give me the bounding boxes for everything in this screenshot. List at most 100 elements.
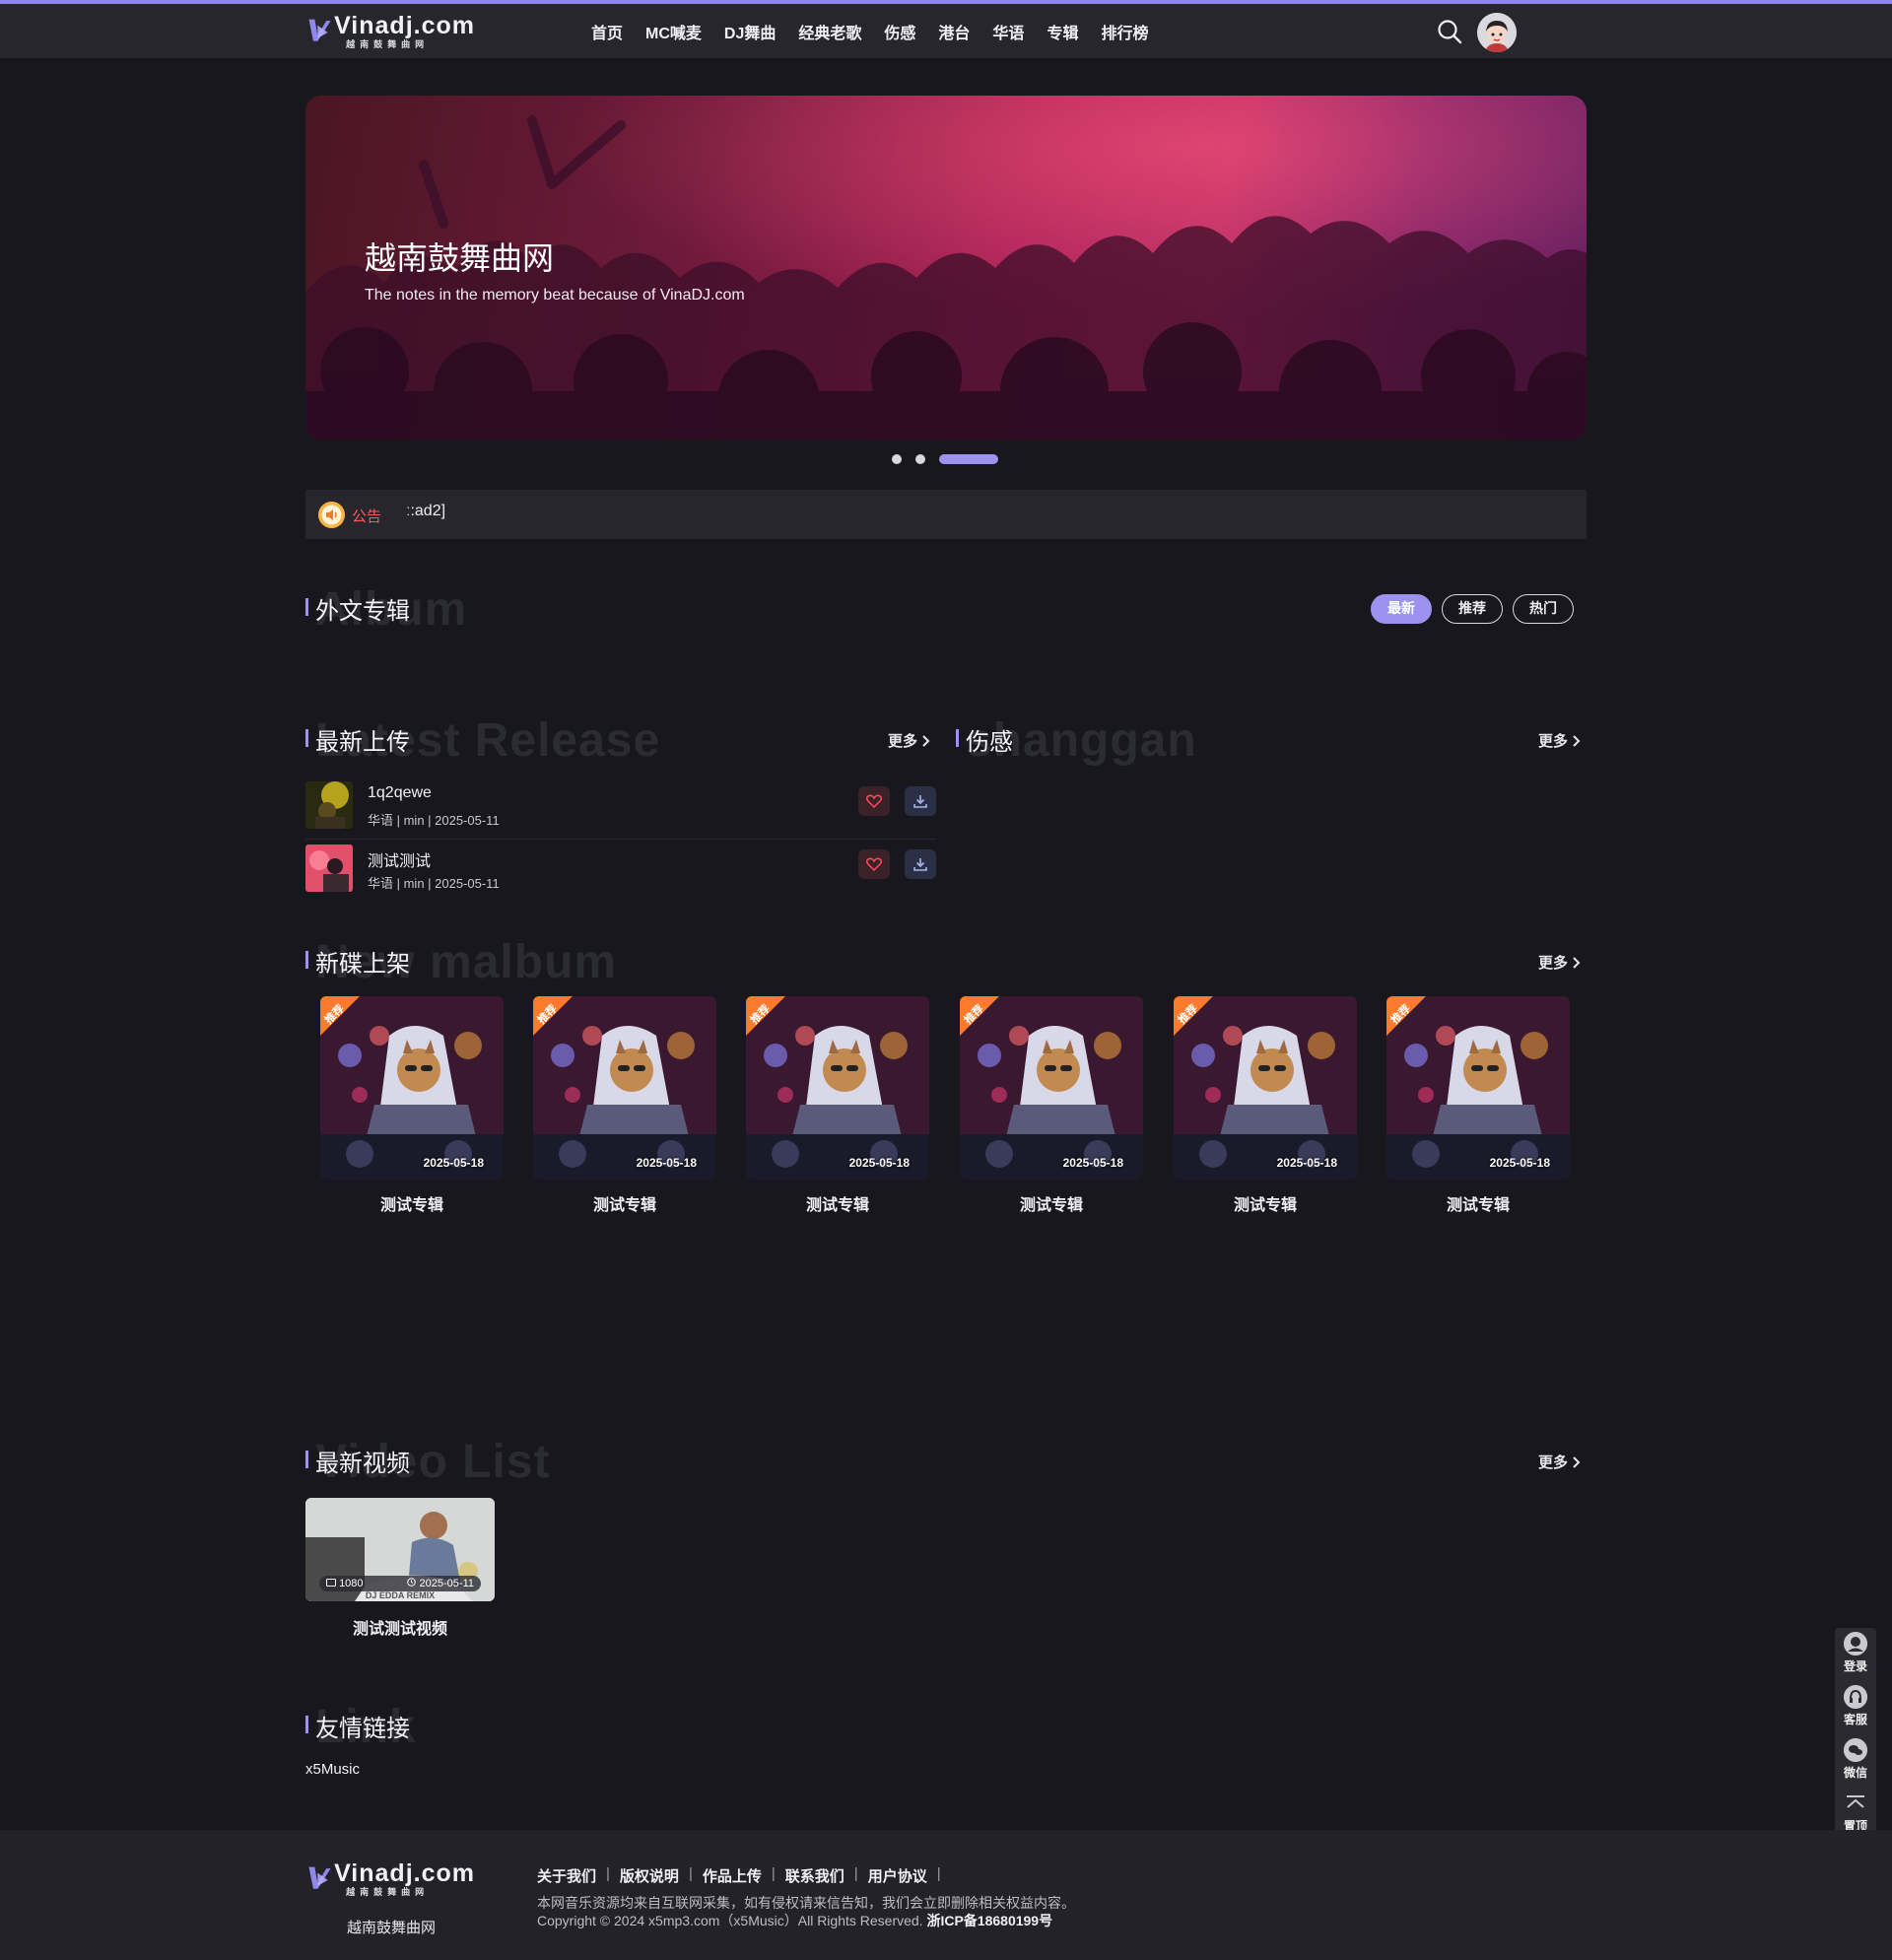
more-label: 更多: [1538, 733, 1569, 750]
video-title[interactable]: 测试测试视频: [305, 1615, 495, 1639]
sidebar-service[interactable]: 客服: [1835, 1681, 1876, 1730]
video-date: 2025-05-11: [407, 1578, 474, 1589]
section-title: 最新视频: [315, 1451, 410, 1477]
section-title: 外文专辑: [315, 598, 410, 625]
tab-latest[interactable]: 最新: [1371, 594, 1432, 624]
carousel-dot-2[interactable]: [915, 454, 925, 464]
album-cover-art: [746, 996, 929, 1180]
footer-link-agreement[interactable]: 用户协议: [868, 1865, 927, 1886]
sad-more-link[interactable]: 更多: [1538, 730, 1582, 751]
download-button[interactable]: [905, 786, 936, 816]
album-name[interactable]: 测试专辑: [1386, 1191, 1570, 1215]
section-title: 最新上传: [315, 729, 410, 756]
song-title[interactable]: 测试测试: [368, 847, 431, 871]
album-name[interactable]: 测试专辑: [533, 1191, 716, 1215]
carousel-dot-3[interactable]: [939, 454, 998, 464]
video-info-bar: 1080 2025-05-11: [319, 1576, 481, 1591]
favorite-button[interactable]: [858, 849, 890, 879]
sidebar-wechat[interactable]: 微信: [1835, 1734, 1876, 1784]
album-card[interactable]: 推荐 2025-05-18 测试专辑: [960, 996, 1143, 1215]
album-cover: 推荐 2025-05-18: [1174, 996, 1357, 1180]
footer-link-contact[interactable]: 联系我们: [785, 1865, 845, 1886]
notice-text[interactable]: ː:ad2]: [406, 503, 445, 520]
download-icon: [913, 858, 927, 871]
footer-link-upload[interactable]: 作品上传: [703, 1865, 762, 1886]
song-meta: 华语 | min | 2025-05-11: [368, 813, 500, 828]
nav-item-ranking[interactable]: 排行榜: [1101, 20, 1148, 43]
sidebar-label: 客服: [1843, 1713, 1867, 1726]
album-name[interactable]: 测试专辑: [1174, 1191, 1357, 1215]
footer-description: 本网音乐资源均来自互联网采集，如有侵权请来信告知，我们会立即删除相关权益内容。 …: [537, 1894, 1075, 1929]
nav-item-chinese[interactable]: 华语: [992, 20, 1024, 43]
footer-logo-subtitle: 越南鼓舞曲网: [346, 1887, 430, 1897]
arrow-up-icon: [1847, 1795, 1864, 1808]
song-thumbnail: [305, 845, 353, 892]
song-row[interactable]: 测试测试 华语 | min | 2025-05-11: [305, 842, 936, 903]
footer-link-copyright[interactable]: 版权说明: [620, 1865, 679, 1886]
nav-item-album[interactable]: 专辑: [1047, 20, 1078, 43]
friend-link[interactable]: x5Music: [305, 1761, 360, 1778]
album-cover: 推荐 2025-05-18: [533, 996, 716, 1180]
banner-title: 越南鼓舞曲网: [365, 240, 555, 276]
video-overlay-text: DJ EDDA REMIX: [366, 1590, 435, 1600]
section-links: Link 友情链接: [305, 1701, 700, 1753]
section-sad: shanggan 伤感: [956, 714, 1350, 767]
tab-hot[interactable]: 热门: [1513, 594, 1574, 624]
floating-sidebar: 登录 客服 微信 置顶: [1835, 1628, 1876, 1835]
album-date: 2025-05-18: [1062, 1156, 1123, 1170]
user-avatar[interactable]: [1477, 13, 1517, 52]
section-accent-bar: [305, 1716, 308, 1733]
more-label: 更多: [1538, 1454, 1569, 1471]
sidebar-label: 登录: [1843, 1659, 1867, 1673]
headset-icon: [1844, 1685, 1867, 1709]
sidebar-login[interactable]: 登录: [1835, 1628, 1876, 1677]
latest-upload-more-link[interactable]: 更多: [888, 730, 931, 751]
section-title: 新碟上架: [315, 951, 410, 978]
new-albums-more-link[interactable]: 更多: [1538, 952, 1582, 973]
nav-item-classic[interactable]: 经典老歌: [798, 20, 861, 43]
album-card[interactable]: 推荐 2025-05-18 测试专辑: [533, 996, 716, 1215]
main-nav: 首页 MC喊麦 DJ舞曲 经典老歌 伤感 港台 华语 专辑 排行榜: [591, 4, 1148, 58]
album-cover-art: [960, 996, 1143, 1180]
video-icon: [326, 1579, 336, 1587]
album-date: 2025-05-18: [1276, 1156, 1337, 1170]
heart-icon: [866, 794, 882, 808]
tab-recommended[interactable]: 推荐: [1442, 594, 1503, 624]
nav-item-dj[interactable]: DJ舞曲: [724, 20, 776, 43]
carousel-dot-1[interactable]: [892, 454, 902, 464]
download-button[interactable]: [905, 849, 936, 879]
footer-icp[interactable]: 浙ICP备18680199号: [926, 1913, 1052, 1928]
album-card[interactable]: 推荐 2025-05-18 测试专辑: [1386, 996, 1570, 1215]
sidebar-label: 微信: [1843, 1766, 1867, 1780]
song-title[interactable]: 1q2qewe: [368, 784, 432, 802]
carousel-dots: [892, 454, 998, 464]
hero-banner[interactable]: 越南鼓舞曲网 The notes in the memory beat beca…: [305, 96, 1587, 439]
footer-links: 关于我们 | 版权说明 | 作品上传 | 联系我们 | 用户协议 |: [537, 1865, 941, 1886]
search-icon[interactable]: [1436, 18, 1463, 45]
album-name[interactable]: 测试专辑: [960, 1191, 1143, 1215]
videos-more-link[interactable]: 更多: [1538, 1452, 1582, 1472]
nav-item-hktw[interactable]: 港台: [938, 20, 970, 43]
logo-mark-icon: [308, 1866, 331, 1889]
nav-item-home[interactable]: 首页: [591, 20, 623, 43]
album-name[interactable]: 测试专辑: [320, 1191, 504, 1215]
song-meta: 华语 | min | 2025-05-11: [368, 876, 500, 891]
album-name[interactable]: 测试专辑: [746, 1191, 929, 1215]
album-date: 2025-05-18: [848, 1156, 910, 1170]
footer-link-about[interactable]: 关于我们: [537, 1865, 596, 1886]
video-views-count: 1080: [339, 1578, 364, 1589]
section-videos: Video List 最新视频: [305, 1436, 700, 1488]
album-card[interactable]: 推荐 2025-05-18 测试专辑: [320, 996, 504, 1215]
song-row[interactable]: 1q2qewe 华语 | min | 2025-05-11: [305, 778, 936, 840]
favorite-button[interactable]: [858, 786, 890, 816]
album-cover-art: [1174, 996, 1357, 1180]
nav-item-mc[interactable]: MC喊麦: [645, 20, 702, 43]
nav-item-sad[interactable]: 伤感: [884, 20, 915, 43]
footer-site-name: 越南鼓舞曲网: [347, 1920, 437, 1936]
site-logo[interactable]: Vinadj.com 越南鼓舞曲网: [307, 12, 475, 55]
section-accent-bar: [305, 951, 308, 969]
footer-disclaimer: 本网音乐资源均来自互联网采集，如有侵权请来信告知，我们会立即删除相关权益内容。: [537, 1895, 1075, 1911]
album-card[interactable]: 推荐 2025-05-18 测试专辑: [1174, 996, 1357, 1215]
album-card[interactable]: 推荐 2025-05-18 测试专辑: [746, 996, 929, 1215]
video-card[interactable]: DJ EDDA REMIX 1080 2025-05-11 测试测试视频: [305, 1498, 495, 1639]
